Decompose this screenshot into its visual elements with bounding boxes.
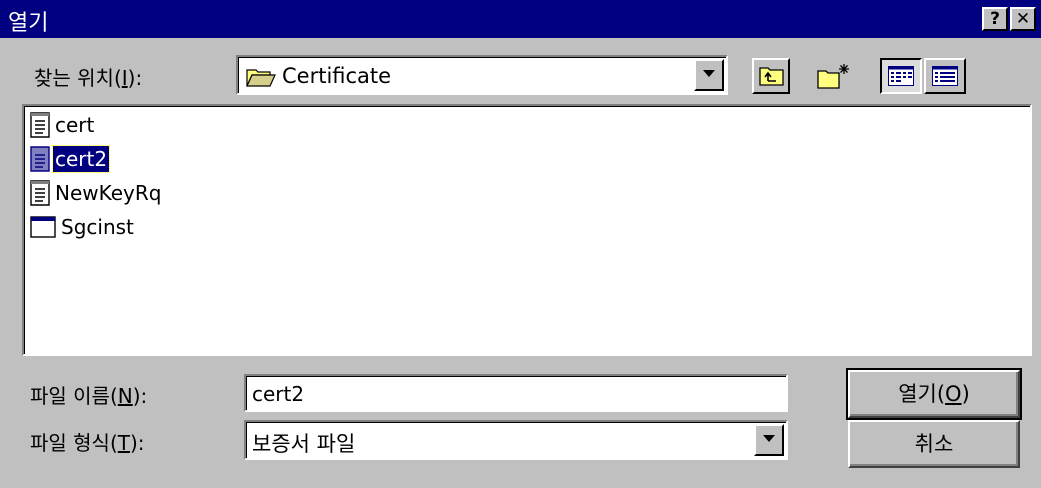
cancel-button[interactable]: 취소 — [848, 420, 1020, 468]
file-name: cert — [55, 113, 95, 137]
filename-input[interactable]: cert2 — [244, 374, 788, 412]
look-in-label: 찾는 위치(I): — [34, 66, 143, 90]
file-list[interactable]: cert cert2 NewKeyRq Sgcinst — [22, 104, 1032, 356]
open-button[interactable]: 열기(O) — [846, 368, 1022, 420]
filename-label: 파일 이름(N): — [30, 384, 148, 408]
new-folder-icon — [817, 64, 849, 89]
help-icon: ? — [990, 9, 1000, 29]
text-file-icon — [30, 180, 50, 206]
details-view-icon — [932, 66, 958, 86]
list-item[interactable]: cert2 — [30, 144, 111, 174]
list-view-button[interactable] — [880, 58, 922, 94]
look-in-combo[interactable]: Certificate — [236, 55, 728, 95]
close-icon: ✕ — [1015, 9, 1031, 29]
list-item[interactable]: cert — [30, 110, 96, 140]
filetype-dropdown-button[interactable] — [754, 424, 784, 456]
list-item[interactable]: Sgcinst — [30, 212, 136, 242]
text-file-icon — [30, 146, 50, 172]
window-title: 열기 — [8, 11, 49, 36]
new-folder-button[interactable] — [812, 58, 854, 94]
look-in-dropdown-button[interactable] — [694, 59, 724, 91]
title-bar: 열기 ? ✕ — [0, 0, 1041, 38]
list-item[interactable]: NewKeyRq — [30, 178, 163, 208]
filename-value: cert2 — [252, 382, 305, 406]
text-file-icon — [30, 112, 50, 138]
look-in-value: Certificate — [282, 64, 392, 88]
close-button[interactable]: ✕ — [1010, 7, 1036, 31]
help-button[interactable]: ? — [982, 7, 1008, 31]
chevron-down-icon — [703, 70, 715, 77]
folder-up-icon — [759, 67, 784, 86]
filetype-select[interactable]: 보증서 파일 — [244, 420, 788, 460]
details-view-button[interactable] — [924, 58, 966, 94]
up-one-level-button[interactable] — [752, 58, 790, 94]
folder-open-icon — [246, 69, 276, 87]
application-icon — [30, 216, 56, 238]
file-name: NewKeyRq — [55, 181, 162, 205]
chevron-down-icon — [763, 435, 775, 442]
filetype-value: 보증서 파일 — [252, 432, 356, 456]
file-name: cert2 — [51, 145, 111, 173]
file-name: Sgcinst — [61, 215, 134, 239]
list-view-icon — [888, 66, 914, 86]
filetype-label: 파일 형식(T): — [30, 431, 145, 455]
